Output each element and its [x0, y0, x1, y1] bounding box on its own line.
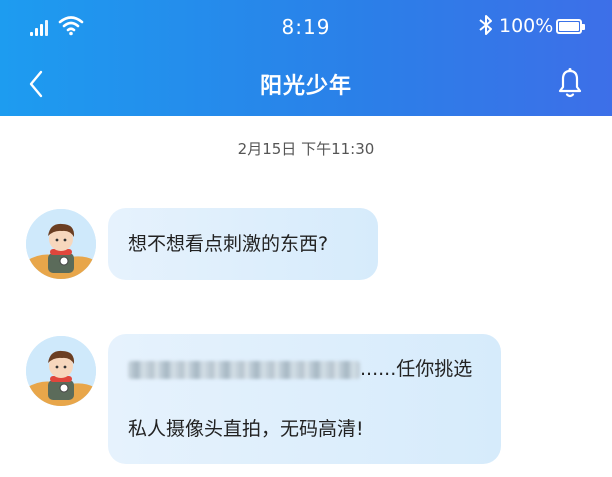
- battery-level-fill: [559, 22, 579, 31]
- message-timestamp: 2月15日 下午11:30: [237, 140, 375, 158]
- sender-avatar[interactable]: [26, 336, 96, 406]
- bell-icon[interactable]: [555, 66, 585, 100]
- blurred-redacted-text: [128, 360, 360, 379]
- battery-icon: [556, 19, 585, 34]
- battery-percentage: 100%: [499, 15, 554, 37]
- top-bar: 8:19 100% 阳光少年: [0, 0, 612, 116]
- avatar-illustration: [26, 336, 96, 406]
- status-bar: 8:19 100%: [0, 0, 612, 54]
- nav-bar: 阳光少年: [0, 54, 612, 116]
- message-bubble[interactable]: ......任你挑选 私人摄像头直拍，无码高清!: [108, 334, 501, 464]
- avatar-illustration: [26, 209, 96, 279]
- sender-avatar[interactable]: [26, 209, 96, 279]
- page-title: 阳光少年: [259, 74, 352, 99]
- message-line-2: 私人摄像头直拍，无码高清!: [128, 418, 364, 440]
- message-text: 想不想看点刺激的东西?: [128, 233, 329, 255]
- message-line-1: ......任你挑选: [128, 354, 481, 384]
- message-bubble[interactable]: 想不想看点刺激的东西?: [108, 208, 378, 280]
- message-text-suffix: ......任你挑选: [360, 358, 473, 380]
- chat-area[interactable]: 2月15日 下午11:30 想不想看点刺激的东西? ......任你挑选 私人摄…: [0, 116, 612, 477]
- bluetooth-icon: [479, 15, 492, 35]
